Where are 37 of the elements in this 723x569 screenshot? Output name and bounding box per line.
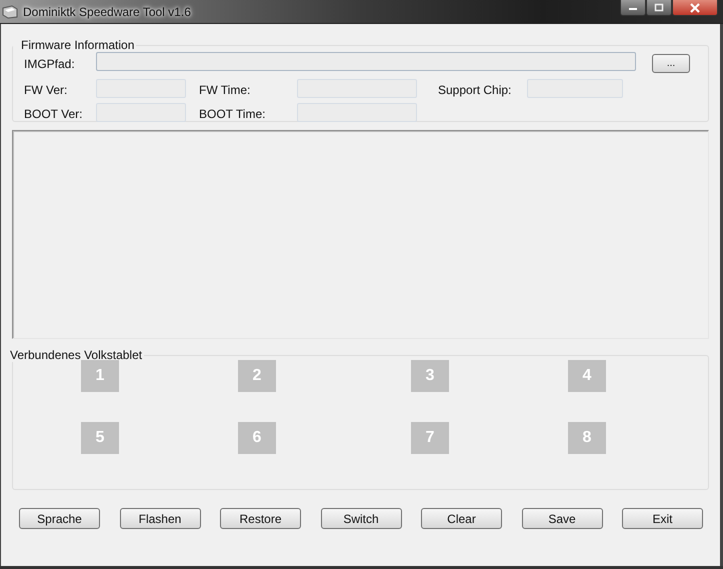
path-field[interactable]	[96, 52, 636, 70]
field-label: IMGPfad:	[24, 57, 76, 71]
text-field[interactable]	[96, 102, 186, 122]
field-label: BOOT Ver:	[24, 106, 84, 120]
text-field[interactable]	[96, 78, 186, 98]
field-label: FW Ver:	[24, 82, 68, 96]
action-button[interactable]: Clear	[421, 508, 502, 529]
maximize-button[interactable]	[646, 0, 672, 16]
text-field[interactable]	[297, 78, 417, 98]
close-button[interactable]	[672, 0, 718, 16]
action-button[interactable]: Exit	[622, 508, 703, 529]
browse-button[interactable]: ...	[652, 54, 690, 72]
device-slot: 6	[238, 422, 276, 454]
action-button[interactable]: Save	[522, 508, 602, 529]
device-slot: 5	[81, 422, 119, 454]
group-title: Firmware Information	[20, 38, 136, 52]
maximize-icon	[654, 3, 664, 12]
device-slot: 4	[568, 360, 606, 392]
action-button[interactable]: Restore	[220, 508, 301, 529]
action-button[interactable]: Flashen	[120, 508, 200, 529]
field-label: BOOT Time:	[199, 106, 266, 120]
window-title: Dominiktk Speedware Tool v1.6	[23, 4, 191, 18]
close-icon	[689, 2, 701, 12]
group-title: Verbundenes Volkstablet	[9, 348, 144, 362]
minimize-button[interactable]	[620, 0, 646, 16]
text-field[interactable]	[527, 78, 623, 98]
device-slot: 3	[411, 360, 449, 392]
app-icon	[2, 4, 18, 18]
device-slot: 2	[238, 360, 276, 392]
device-slot: 1	[81, 360, 119, 392]
action-button[interactable]: Switch	[320, 508, 402, 529]
device-slot: 8	[568, 422, 606, 454]
action-button[interactable]: Sprache	[19, 508, 100, 529]
field-label: Support Chip:	[438, 82, 512, 96]
device-slot: 7	[411, 422, 449, 454]
field-label: FW Time:	[199, 82, 252, 96]
text-field[interactable]	[297, 102, 417, 122]
